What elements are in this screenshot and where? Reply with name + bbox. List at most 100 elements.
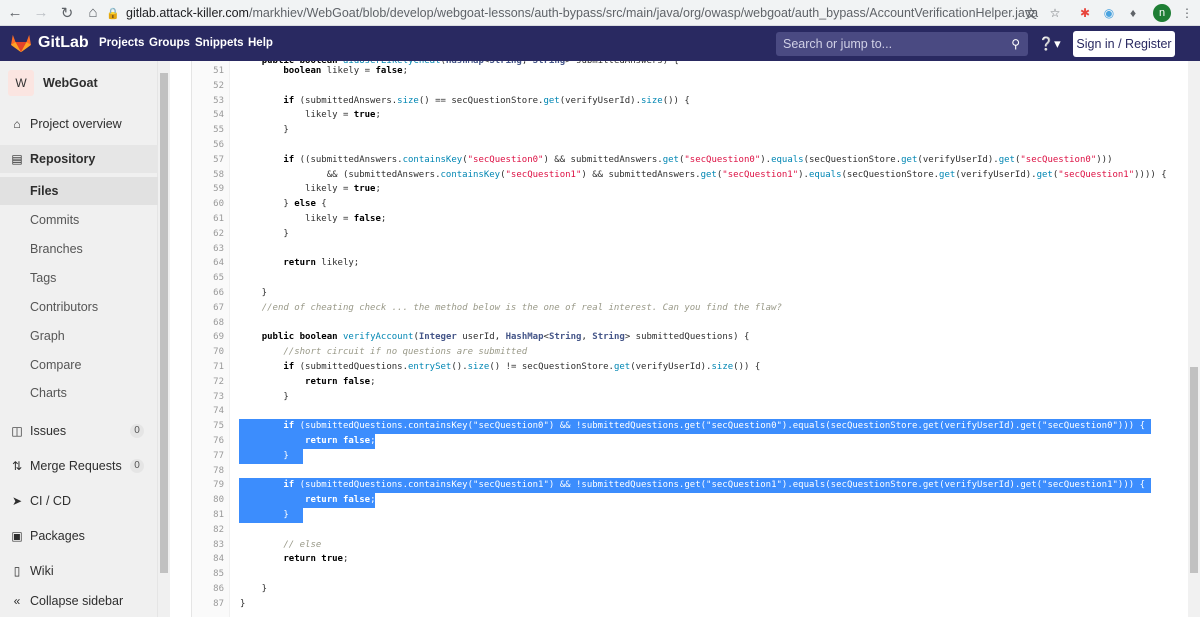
line-number[interactable]: 74 [192, 406, 224, 416]
sidebar-subitem-contributors[interactable]: Contributors [0, 293, 158, 321]
line-number[interactable]: 68 [192, 318, 224, 328]
sidebar-subitem-charts[interactable]: Charts [0, 379, 158, 407]
sidebar-item-cicd[interactable]: ➤ CI / CD [0, 487, 158, 515]
line-number[interactable]: 87 [192, 599, 224, 609]
sidebar-item-label: Project overview [30, 117, 122, 131]
scrollbar-thumb[interactable] [1190, 367, 1198, 573]
puzzle-icon[interactable]: ♦ [1124, 4, 1142, 22]
sidebar-item-overview[interactable]: ⌂ Project overview [0, 110, 158, 138]
line-number[interactable]: 71 [192, 362, 224, 372]
line-number[interactable]: 85 [192, 569, 224, 579]
nav-help[interactable]: Help [248, 37, 273, 49]
line-number[interactable]: 84 [192, 554, 224, 564]
sidebar-item-repository[interactable]: ▤ Repository [0, 145, 158, 173]
forward-arrow-icon[interactable]: → [30, 2, 52, 24]
line-number[interactable]: 62 [192, 229, 224, 239]
sidebar-subitem-commits[interactable]: Commits [0, 206, 158, 234]
line-number[interactable]: 83 [192, 540, 224, 550]
book-icon: ▯ [13, 564, 21, 578]
line-number[interactable]: 76 [192, 436, 224, 446]
line-number[interactable]: 67 [192, 303, 224, 313]
sidebar-item-merge-requests[interactable]: ⇅ Merge Requests 0 [0, 452, 158, 480]
gitlab-logo[interactable]: GitLab [10, 33, 89, 53]
code-line: } [240, 584, 268, 594]
line-number[interactable]: 82 [192, 525, 224, 535]
address-bar[interactable]: 🔒 gitlab.attack-killer.com/markhiev/WebG… [106, 2, 1068, 24]
line-number[interactable]: 80 [192, 495, 224, 505]
code-line: } [240, 391, 289, 402]
line-number[interactable]: 59 [192, 184, 224, 194]
merge-requests-count-badge: 0 [130, 459, 144, 473]
project-sidebar: W WebGoat ⌂ Project overview ▤ Repositor… [0, 61, 158, 617]
line-number[interactable]: 63 [192, 244, 224, 254]
line-number[interactable]: 56 [192, 140, 224, 150]
menu-dots-icon[interactable]: ⋮ [1178, 4, 1196, 22]
code-line: // else [283, 539, 322, 550]
line-number[interactable]: 57 [192, 155, 224, 165]
line-number[interactable]: 73 [192, 392, 224, 402]
sidebar-item-label: Packages [30, 529, 85, 543]
line-number[interactable]: 66 [192, 288, 224, 298]
line-number[interactable]: 52 [192, 81, 224, 91]
code-line: public boolean verifyAccount(Integer use… [261, 332, 750, 343]
project-header[interactable]: W WebGoat [8, 70, 98, 96]
collapse-sidebar-button[interactable]: « Collapse sidebar [0, 587, 158, 615]
page-scrollbar[interactable] [1188, 61, 1200, 617]
line-number[interactable]: 69 [192, 332, 224, 342]
code-line: return likely; [283, 258, 360, 269]
code-line: //short circuit if no questions are subm… [283, 347, 528, 358]
search-input[interactable]: Search or jump to... ⚲ [776, 32, 1028, 56]
home-icon[interactable]: ⌂ [82, 2, 104, 24]
help-dropdown-icon[interactable]: ❔▾ [1038, 36, 1061, 52]
code-line: return true; [283, 554, 349, 565]
line-number[interactable]: 60 [192, 199, 224, 209]
line-number[interactable]: 58 [192, 170, 224, 180]
sidebar-item-issues[interactable]: ◫ Issues 0 [0, 417, 158, 445]
sidebar-scrollbar[interactable] [158, 61, 170, 617]
line-number[interactable]: 81 [192, 510, 224, 520]
nav-projects[interactable]: Projects [99, 37, 144, 49]
line-number[interactable]: 53 [192, 96, 224, 106]
sidebar-subitem-compare[interactable]: Compare [0, 351, 158, 379]
sidebar-item-wiki[interactable]: ▯ Wiki [0, 557, 158, 585]
reload-icon[interactable]: ↻ [56, 2, 78, 24]
bookmark-star-icon[interactable]: ☆ [1046, 4, 1064, 22]
url-host: gitlab.attack-killer.com [126, 6, 249, 20]
line-number[interactable]: 70 [192, 347, 224, 357]
sidebar-subitem-branches[interactable]: Branches [0, 235, 158, 263]
line-number[interactable]: 61 [192, 214, 224, 224]
scrollbar-thumb[interactable] [160, 73, 168, 573]
profile-avatar[interactable]: n [1153, 4, 1171, 22]
double-chevron-left-icon: « [13, 594, 21, 608]
sidebar-subitem-tags[interactable]: Tags [0, 264, 158, 292]
code-line: likely = true; [240, 184, 381, 195]
extension-icon-2[interactable]: ◉ [1100, 4, 1118, 22]
code-line: return false; [305, 436, 376, 446]
brand-name: GitLab [38, 34, 89, 51]
extension-icon[interactable]: ✱ [1076, 4, 1094, 22]
gitlab-header: GitLab Projects Groups Snippets Help Sea… [0, 26, 1200, 61]
sidebar-subitem-graph[interactable]: Graph [0, 322, 158, 350]
sidebar-item-packages[interactable]: ▣ Packages [0, 522, 158, 550]
sidebar-item-label: CI / CD [30, 494, 71, 508]
line-number[interactable]: 86 [192, 584, 224, 594]
translate-icon[interactable]: 文 [1022, 4, 1040, 22]
sidebar-subitem-files[interactable]: Files [0, 177, 158, 205]
line-number[interactable]: 78 [192, 466, 224, 476]
line-number[interactable]: 72 [192, 377, 224, 387]
line-number[interactable]: 79 [192, 480, 224, 490]
line-number[interactable]: 75 [192, 421, 224, 431]
back-arrow-icon[interactable]: ← [4, 2, 26, 24]
line-number[interactable]: 55 [192, 125, 224, 135]
code-line: } [240, 510, 289, 520]
line-number[interactable]: 65 [192, 273, 224, 283]
sign-in-button[interactable]: Sign in / Register [1073, 31, 1175, 57]
rocket-icon: ➤ [11, 494, 23, 508]
line-number[interactable]: 77 [192, 451, 224, 461]
nav-snippets[interactable]: Snippets [195, 37, 244, 49]
sidebar-item-label: Issues [30, 424, 67, 438]
line-number[interactable]: 64 [192, 258, 224, 268]
line-number[interactable]: 51 [192, 66, 224, 76]
nav-groups[interactable]: Groups [149, 37, 190, 49]
line-number[interactable]: 54 [192, 110, 224, 120]
